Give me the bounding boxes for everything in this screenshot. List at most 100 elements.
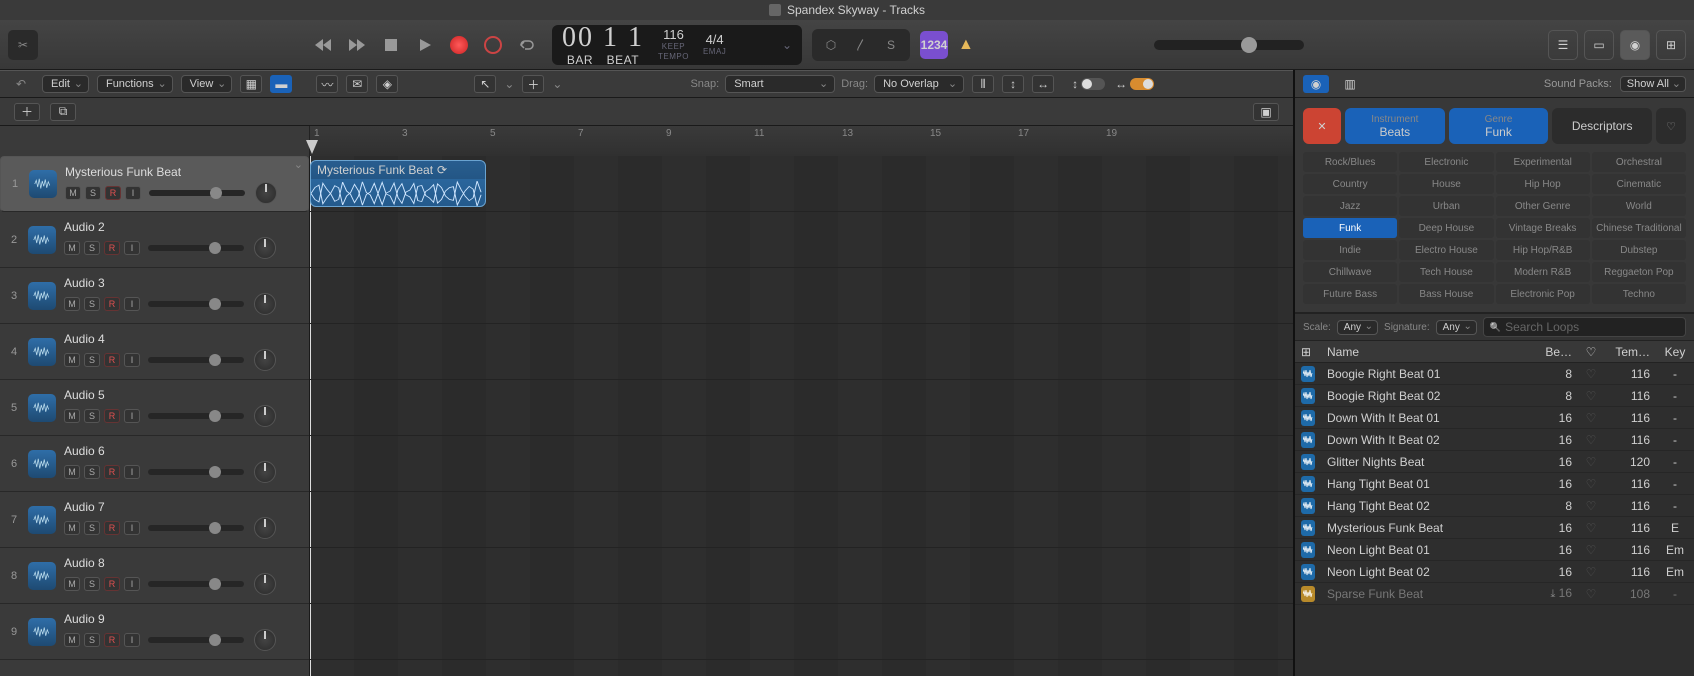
master-tempo-button[interactable]: 1234 bbox=[920, 31, 948, 59]
add-tool[interactable]: ＋ bbox=[522, 75, 544, 93]
solo-button[interactable]: S bbox=[84, 409, 100, 423]
input-monitor-button[interactable]: I bbox=[124, 577, 140, 591]
loop-favorite[interactable]: ♡ bbox=[1578, 543, 1604, 557]
record-enable-button[interactable]: R bbox=[104, 297, 120, 311]
input-monitor-button[interactable]: I bbox=[124, 241, 140, 255]
play-button[interactable] bbox=[410, 30, 440, 60]
track-type-icon[interactable] bbox=[28, 562, 56, 590]
track-lane[interactable] bbox=[310, 492, 1293, 548]
genre-tag[interactable]: Indie bbox=[1303, 240, 1397, 260]
track-lane[interactable] bbox=[310, 604, 1293, 660]
pan-knob[interactable] bbox=[255, 182, 277, 204]
record-enable-button[interactable]: R bbox=[104, 633, 120, 647]
genre-tag[interactable]: Techno bbox=[1592, 284, 1686, 304]
track-header[interactable]: 6Audio 6MSRI bbox=[0, 436, 309, 492]
pan-knob[interactable] bbox=[254, 349, 276, 371]
genre-tag[interactable]: Electronic bbox=[1399, 152, 1493, 172]
volume-slider[interactable] bbox=[148, 413, 244, 419]
genre-tag[interactable]: Other Genre bbox=[1496, 196, 1590, 216]
solo-button[interactable]: S bbox=[85, 186, 101, 200]
duplicate-track-button[interactable]: ⧉ bbox=[50, 103, 76, 121]
link-button[interactable]: ◈ bbox=[376, 75, 398, 93]
col-favorite[interactable]: ♡ bbox=[1578, 345, 1604, 359]
track-name[interactable]: Audio 3 bbox=[64, 276, 301, 290]
record-enable-button[interactable]: R bbox=[104, 577, 120, 591]
record-enable-button[interactable]: R bbox=[104, 409, 120, 423]
genre-tag[interactable]: Vintage Breaks bbox=[1496, 218, 1590, 238]
track-name[interactable]: Audio 4 bbox=[64, 332, 301, 346]
forward-button[interactable] bbox=[342, 30, 372, 60]
lcd-display[interactable]: 00 1 1BAR BEAT 116KEEPTEMPO 4/4Emaj ⌄ bbox=[552, 25, 802, 65]
mute-button[interactable]: M bbox=[64, 521, 80, 535]
record-button[interactable] bbox=[444, 30, 474, 60]
mute-button[interactable]: M bbox=[64, 633, 80, 647]
loop-row[interactable]: Hang Tight Beat 028♡116- bbox=[1295, 495, 1694, 517]
envelope-button[interactable]: ✉ bbox=[346, 75, 368, 93]
region-view-button[interactable]: ▬ bbox=[270, 75, 292, 93]
track-lane[interactable] bbox=[310, 548, 1293, 604]
solo-icon[interactable]: S bbox=[878, 32, 904, 58]
track-type-icon[interactable] bbox=[28, 618, 56, 646]
solo-button[interactable]: S bbox=[84, 465, 100, 479]
genre-tag[interactable]: Experimental bbox=[1496, 152, 1590, 172]
input-monitor-button[interactable]: I bbox=[125, 186, 141, 200]
track-name[interactable]: Audio 9 bbox=[64, 612, 301, 626]
timeline-ruler[interactable]: 135791113151719 bbox=[310, 126, 1293, 156]
pan-knob[interactable] bbox=[254, 293, 276, 315]
list-view-button[interactable]: ☰ bbox=[1548, 30, 1578, 60]
descriptors-filter[interactable]: Descriptors bbox=[1552, 108, 1652, 144]
loop-icon-view-button[interactable]: ◉ bbox=[1303, 75, 1329, 93]
track-header[interactable]: 2Audio 2MSRI bbox=[0, 212, 309, 268]
volume-slider[interactable] bbox=[148, 581, 244, 587]
solo-button[interactable]: S bbox=[84, 297, 100, 311]
mute-button[interactable]: M bbox=[64, 297, 80, 311]
loop-row[interactable]: Sparse Funk Beat⤓ 16♡108- bbox=[1295, 583, 1694, 605]
volume-slider[interactable] bbox=[148, 525, 244, 531]
volume-slider[interactable] bbox=[149, 190, 245, 196]
record-enable-button[interactable]: R bbox=[104, 465, 120, 479]
pan-knob[interactable] bbox=[254, 573, 276, 595]
record-enable-button[interactable]: R bbox=[104, 353, 120, 367]
pan-knob[interactable] bbox=[254, 237, 276, 259]
notes-view-button[interactable]: ▭ bbox=[1584, 30, 1614, 60]
volume-slider[interactable] bbox=[148, 245, 244, 251]
loop-row[interactable]: Mysterious Funk Beat16♡116E bbox=[1295, 517, 1694, 539]
alert-icon[interactable]: ▲ bbox=[958, 36, 974, 54]
track-header[interactable]: 1Mysterious Funk BeatMSRI bbox=[0, 156, 309, 212]
genre-filter[interactable]: Genre Funk bbox=[1449, 108, 1549, 144]
rewind-button[interactable] bbox=[308, 30, 338, 60]
input-monitor-button[interactable]: I bbox=[124, 633, 140, 647]
genre-tag[interactable]: Tech House bbox=[1399, 262, 1493, 282]
genre-tag[interactable]: House bbox=[1399, 174, 1493, 194]
mute-button[interactable]: M bbox=[64, 409, 80, 423]
loop-row[interactable]: Hang Tight Beat 0116♡116- bbox=[1295, 473, 1694, 495]
volume-slider[interactable] bbox=[148, 357, 244, 363]
track-name[interactable]: Mysterious Funk Beat bbox=[65, 165, 300, 179]
master-volume-slider[interactable] bbox=[1154, 40, 1304, 50]
genre-tag[interactable]: Chinese Traditional bbox=[1592, 218, 1686, 238]
stop-button[interactable] bbox=[376, 30, 406, 60]
genre-tag[interactable]: Cinematic bbox=[1592, 174, 1686, 194]
track-header[interactable]: 7Audio 7MSRI bbox=[0, 492, 309, 548]
pan-knob[interactable] bbox=[254, 629, 276, 651]
pan-knob[interactable] bbox=[254, 517, 276, 539]
genre-tag[interactable]: Urban bbox=[1399, 196, 1493, 216]
track-header[interactable]: 4Audio 4MSRI bbox=[0, 324, 309, 380]
volume-slider[interactable] bbox=[148, 637, 244, 643]
view-menu[interactable]: View bbox=[181, 75, 233, 93]
automation-icon[interactable]: 〳 bbox=[848, 32, 874, 58]
genre-tag[interactable]: Dubstep bbox=[1592, 240, 1686, 260]
track-type-icon[interactable] bbox=[28, 506, 56, 534]
mute-button[interactable]: M bbox=[64, 353, 80, 367]
tool-chevron-icon[interactable]: ⌄ bbox=[504, 77, 514, 91]
loop-favorite[interactable]: ♡ bbox=[1578, 565, 1604, 579]
track-lanes[interactable]: Mysterious Funk Beat⟳ bbox=[310, 156, 1293, 676]
input-monitor-button[interactable]: I bbox=[124, 297, 140, 311]
loop-row[interactable]: Glitter Nights Beat16♡120- bbox=[1295, 451, 1694, 473]
pan-knob[interactable] bbox=[254, 405, 276, 427]
loop-favorite[interactable]: ♡ bbox=[1578, 455, 1604, 469]
loop-row[interactable]: Neon Light Beat 0116♡116Em bbox=[1295, 539, 1694, 561]
track-name[interactable]: Audio 7 bbox=[64, 500, 301, 514]
input-monitor-button[interactable]: I bbox=[124, 353, 140, 367]
genre-tag[interactable]: Electro House bbox=[1399, 240, 1493, 260]
